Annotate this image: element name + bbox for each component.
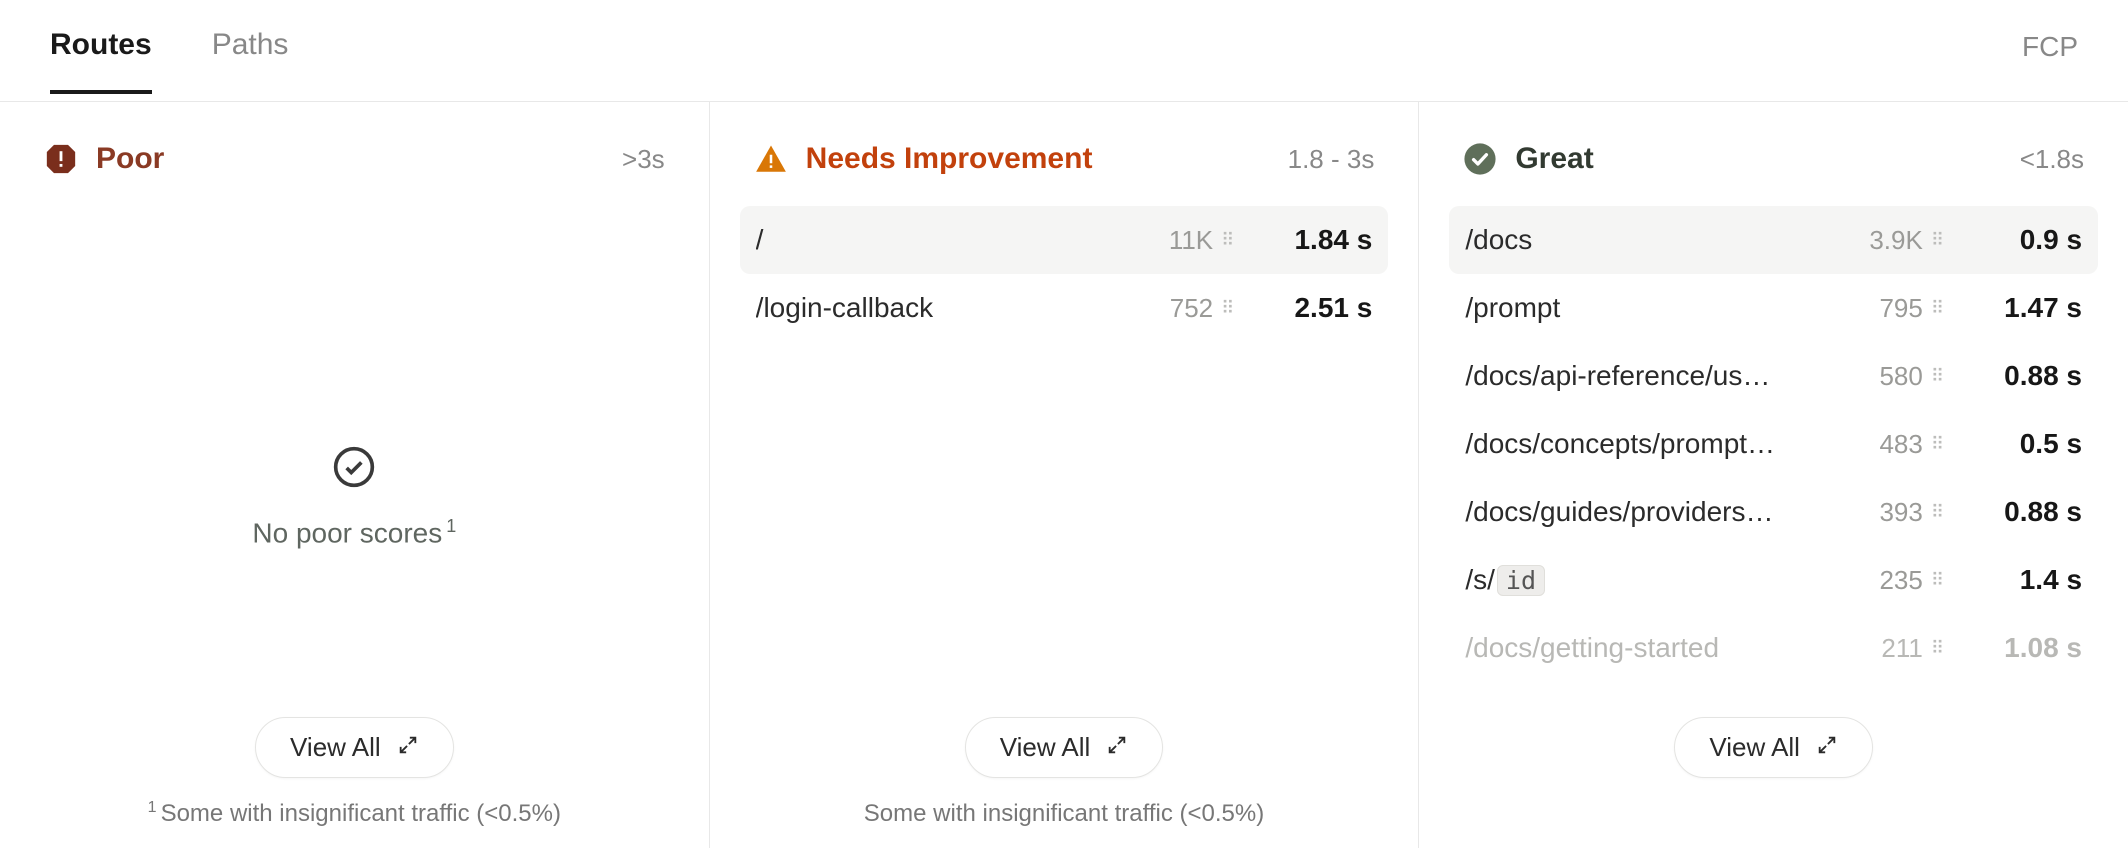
view-all-button[interactable]: View All [255,717,454,778]
view-all-button[interactable]: View All [965,717,1164,778]
route-count: 752 [1170,293,1213,324]
tab-paths[interactable]: Paths [212,28,289,94]
drag-dots-icon: ⠿ [1931,570,1942,591]
empty-state: No poor scores1 [30,206,679,789]
route-path: /prompt [1465,292,1879,324]
route-count: 211 [1881,633,1922,664]
route-path: /docs/getting-started [1465,632,1881,664]
drag-dots-icon: ⠿ [1931,638,1942,659]
column-great: Great <1.8s /docs 3.9K ⠿ 0.9 s /prompt 7… [1419,102,2128,848]
route-count: 11K [1169,225,1213,256]
route-path-prefix: /s/ [1465,564,1495,595]
check-circle-icon [332,445,376,494]
route-row[interactable]: /docs/api-reference/us… 580 ⠿ 0.88 s [1449,342,2098,410]
drag-dots-icon: ⠿ [1931,230,1942,251]
route-count: 483 [1879,429,1922,460]
triangle-alert-icon [754,142,788,176]
footnote: Some with insignificant traffic (<0.5%) [740,790,1389,828]
drag-dots-icon: ⠿ [1221,230,1232,251]
column-title: Great [1515,142,1593,176]
route-row[interactable]: /login-callback 752 ⠿ 2.51 s [740,274,1389,342]
footnote-marker: 1 [446,516,456,536]
column-header: Poor >3s [30,142,679,206]
route-time: 0.5 s [1972,428,2082,460]
route-row[interactable]: /docs/getting-started 211 ⠿ 1.08 s [1449,614,2098,682]
column-poor: Poor >3s No poor scores1 View All 1Some … [0,102,710,848]
tabs: Routes Paths [50,28,288,94]
column-header: Needs Improvement 1.8 - 3s [740,142,1389,206]
octagon-alert-icon [44,142,78,176]
footnote-text: Some with insignificant traffic (<0.5%) [864,800,1264,827]
drag-dots-icon: ⠿ [1221,298,1232,319]
drag-dots-icon: ⠿ [1931,366,1942,387]
route-row[interactable]: /docs/concepts/prompt… 483 ⠿ 0.5 s [1449,410,2098,478]
route-path: /docs/api-reference/us… [1465,360,1879,392]
column-title: Poor [96,142,164,176]
route-row[interactable]: /docs 3.9K ⠿ 0.9 s [1449,206,2098,274]
route-time: 0.9 s [1972,224,2082,256]
view-all-button[interactable]: View All [1674,717,1873,778]
route-row[interactable]: / 11K ⠿ 1.84 s [740,206,1389,274]
expand-icon [1816,732,1838,763]
view-all-label: View All [1000,732,1091,763]
route-row[interactable]: /prompt 795 ⠿ 1.47 s [1449,274,2098,342]
route-count: 580 [1879,361,1922,392]
route-time: 2.51 s [1262,292,1372,324]
check-badge-icon [1463,142,1497,176]
route-time: 0.88 s [1972,496,2082,528]
route-row[interactable]: /s/id 235 ⠿ 1.4 s [1449,546,2098,614]
drag-dots-icon: ⠿ [1931,502,1942,523]
route-path: /docs/guides/providers… [1465,496,1879,528]
route-time: 1.08 s [1972,632,2082,664]
route-time: 0.88 s [1972,360,2082,392]
route-path-param: id [1497,565,1545,596]
column-range: >3s [622,144,665,175]
drag-dots-icon: ⠿ [1931,298,1942,319]
empty-label: No poor scores [252,518,442,549]
footnote-marker: 1 [148,799,157,816]
route-time: 1.47 s [1972,292,2082,324]
route-path: /docs [1465,224,1869,256]
empty-text: No poor scores1 [252,516,456,549]
route-count: 235 [1879,565,1922,596]
expand-icon [397,732,419,763]
tab-routes[interactable]: Routes [50,28,152,94]
view-all-label: View All [290,732,381,763]
column-header: Great <1.8s [1449,142,2098,206]
route-time: 1.84 s [1262,224,1372,256]
route-count: 393 [1879,497,1922,528]
column-title: Needs Improvement [806,142,1093,176]
view-all-label: View All [1709,732,1800,763]
route-path: /docs/concepts/prompt… [1465,428,1879,460]
footnote-text: Some with insignificant traffic (<0.5%) [161,800,561,827]
route-time: 1.4 s [1972,564,2082,596]
route-path: /s/id [1465,564,1879,596]
route-count: 3.9K [1869,225,1923,256]
column-range: 1.8 - 3s [1288,144,1375,175]
tab-bar: Routes Paths FCP [0,0,2128,102]
route-path: / [756,224,1169,256]
route-path: /login-callback [756,292,1170,324]
footnote: 1Some with insignificant traffic (<0.5%) [30,789,679,828]
drag-dots-icon: ⠿ [1931,434,1942,455]
route-row[interactable]: /docs/guides/providers… 393 ⠿ 0.88 s [1449,478,2098,546]
route-list: / 11K ⠿ 1.84 s /login-callback 752 ⠿ 2.5… [740,206,1389,790]
score-columns: Poor >3s No poor scores1 View All 1Some … [0,102,2128,848]
column-needs-improvement: Needs Improvement 1.8 - 3s / 11K ⠿ 1.84 … [710,102,1420,848]
route-count: 795 [1879,293,1922,324]
expand-icon [1106,732,1128,763]
column-range: <1.8s [2020,144,2084,175]
metric-selector[interactable]: FCP [2022,31,2078,91]
